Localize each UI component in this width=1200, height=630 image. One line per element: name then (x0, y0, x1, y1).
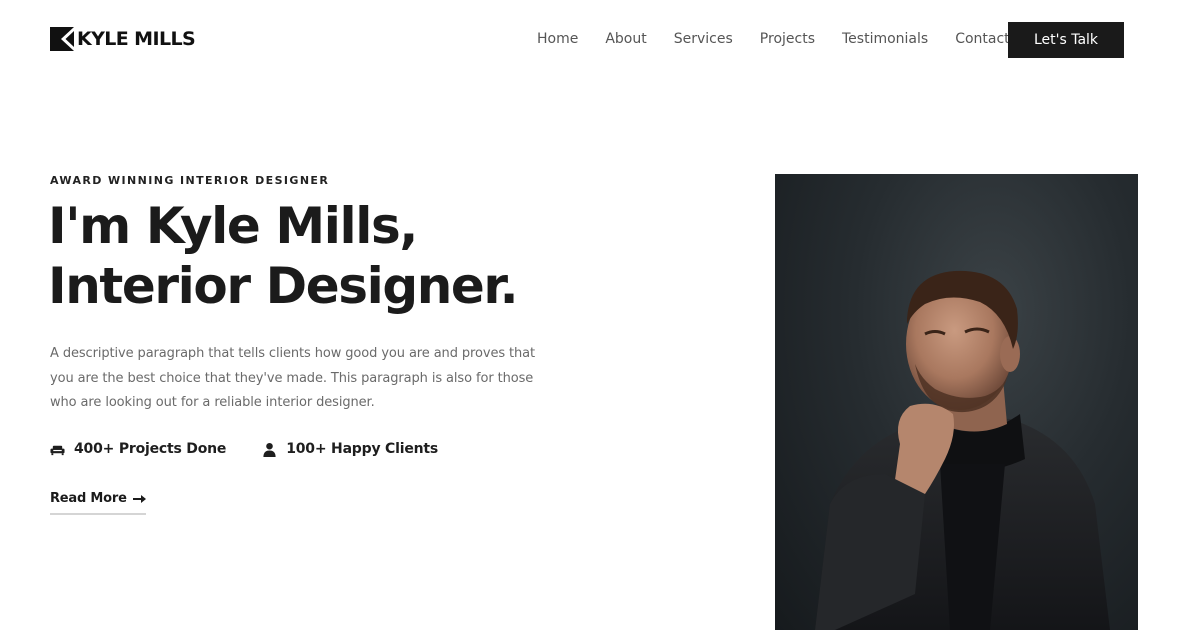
read-more-link[interactable]: Read More (50, 491, 146, 515)
user-icon (263, 442, 276, 457)
headline-line-2: Interior Designer. (48, 257, 519, 315)
nav-contact[interactable]: Contact (955, 30, 1009, 48)
stat-clients-label: 100+ Happy Clients (286, 441, 439, 457)
stat-clients: 100+ Happy Clients (262, 441, 438, 457)
page: KYLE MILLS Home About Services Projects … (0, 0, 1200, 630)
arrow-right-icon (132, 494, 146, 503)
read-more-label: Read More (50, 491, 127, 506)
lets-talk-button[interactable]: Let's Talk (1008, 22, 1124, 58)
stat-projects: 400+ Projects Done (50, 441, 226, 457)
portrait-image (775, 174, 1138, 630)
logo-text: KYLE MILLS (77, 28, 196, 50)
nav-testimonials[interactable]: Testimonials (842, 30, 928, 48)
hero-eyebrow: AWARD WINNING INTERIOR DESIGNER (50, 174, 330, 187)
logo[interactable]: KYLE MILLS (50, 27, 196, 51)
portrait-illustration (815, 270, 1110, 630)
hero-headline: I'm Kyle Mills, Interior Designer. (48, 196, 519, 316)
main-nav: Home About Services Projects Testimonial… (537, 30, 1010, 48)
hero-stats: 400+ Projects Done 100+ Happy Clients (50, 441, 474, 457)
nav-home[interactable]: Home (537, 30, 578, 48)
nav-about[interactable]: About (605, 30, 646, 48)
sofa-icon (50, 445, 65, 455)
hero-description: A descriptive paragraph that tells clien… (50, 346, 536, 410)
nav-services[interactable]: Services (674, 30, 733, 48)
logo-mark-icon (50, 27, 74, 51)
stat-projects-label: 400+ Projects Done (74, 441, 227, 457)
headline-line-1: I'm Kyle Mills, (48, 197, 418, 255)
nav-projects[interactable]: Projects (760, 30, 815, 48)
